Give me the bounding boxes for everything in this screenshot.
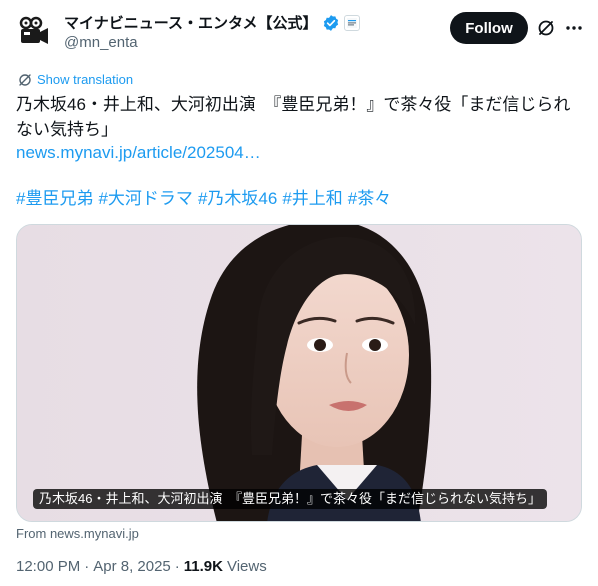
show-translation-link[interactable]: Show translation	[18, 72, 133, 87]
portrait-photo	[17, 225, 581, 521]
grok-icon[interactable]	[536, 18, 556, 38]
hashtag[interactable]: #大河ドラマ	[98, 186, 192, 211]
name-row: マイナビニュース・エンタメ【公式】	[64, 12, 360, 33]
verified-badge-icon[interactable]	[322, 14, 340, 32]
hashtag[interactable]: #豊臣兄弟	[16, 186, 93, 211]
hashtag[interactable]: #茶々	[348, 186, 391, 211]
media-source[interactable]: From news.mynavi.jp	[16, 526, 139, 541]
article-link[interactable]: news.mynavi.jp/article/202504…	[16, 140, 261, 165]
meta-separator: ·	[84, 558, 90, 575]
display-name[interactable]: マイナビニュース・エンタメ【公式】	[64, 12, 318, 33]
avatar[interactable]	[14, 12, 54, 52]
account-handle[interactable]: @mn_enta	[64, 34, 138, 51]
tweet-header: マイナビニュース・エンタメ【公式】 @mn_enta Follow	[14, 10, 584, 54]
tweet-date[interactable]: Apr 8, 2025	[93, 558, 171, 575]
follow-button[interactable]: Follow	[450, 12, 528, 44]
media-caption: 乃木坂46・井上和、大河初出演 『豊臣兄弟！』で茶々役「まだ信じられない気持ち」	[33, 489, 547, 509]
hashtag[interactable]: #乃木坂46	[198, 186, 277, 211]
media-card[interactable]: 乃木坂46・井上和、大河初出演 『豊臣兄弟！』で茶々役「まだ信じられない気持ち」	[16, 224, 582, 522]
views-count[interactable]: 11.9K	[184, 558, 223, 575]
affiliate-badge-icon[interactable]	[343, 14, 360, 31]
views-label: Views	[226, 558, 267, 575]
tweet-time[interactable]: 12:00 PM	[16, 558, 80, 575]
translate-icon	[19, 73, 31, 86]
hashtag[interactable]: #井上和	[282, 186, 342, 211]
more-options-icon[interactable]	[564, 18, 584, 38]
meta-separator: ·	[174, 558, 180, 575]
show-translation-label: Show translation	[37, 72, 134, 87]
camera-logo-icon	[14, 12, 54, 52]
tweet-meta: 12:00 PM · Apr 8, 2025 · 11.9K Views	[16, 558, 267, 575]
hashtag-list: #豊臣兄弟 #大河ドラマ #乃木坂46 #井上和 #茶々	[16, 186, 391, 211]
tweet-text: 乃木坂46・井上和、大河初出演 『豊臣兄弟！』で茶々役「まだ信じられない気持ち」	[16, 95, 571, 139]
